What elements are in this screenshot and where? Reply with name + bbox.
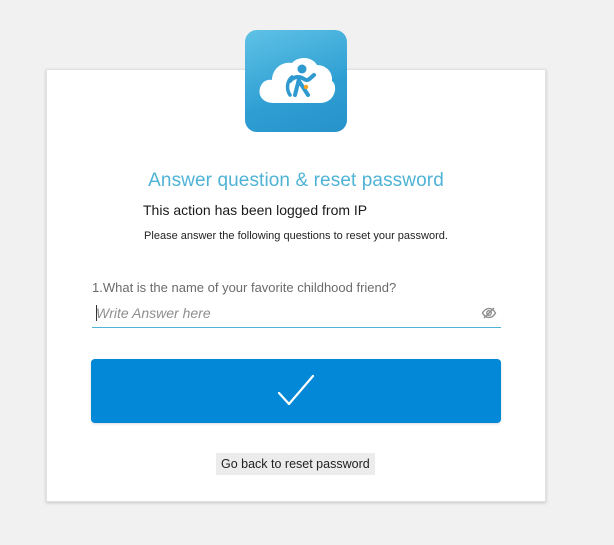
eye-off-icon[interactable] xyxy=(481,305,497,321)
page-title: Answer question & reset password xyxy=(148,170,444,191)
app-logo xyxy=(245,30,347,132)
answer-input[interactable] xyxy=(96,300,471,326)
text-cursor xyxy=(96,305,97,321)
security-question-label: 1.What is the name of your favorite chil… xyxy=(92,280,397,295)
answer-field xyxy=(92,300,501,328)
submit-answer-button[interactable] xyxy=(91,359,501,423)
checkmark-icon xyxy=(277,374,315,406)
cloud-person-logo-icon xyxy=(259,57,336,103)
instructions-text: Please answer the following questions to… xyxy=(144,230,448,242)
go-back-link[interactable]: Go back to reset password xyxy=(216,453,375,475)
logged-ip-notice: This action has been logged from IP xyxy=(143,202,368,218)
